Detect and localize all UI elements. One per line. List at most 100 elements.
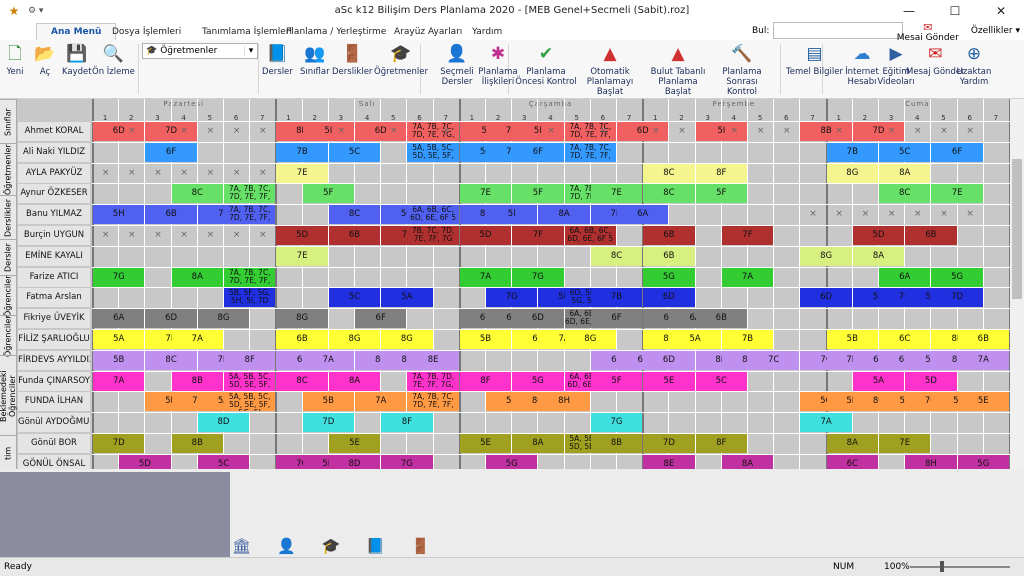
lesson-cell[interactable]: 6A bbox=[93, 309, 145, 329]
lesson-cell[interactable]: 6C bbox=[879, 330, 931, 349]
lesson-cell[interactable]: 6B bbox=[643, 246, 695, 266]
lesson-cell[interactable]: 7A, 7B, 7C, 7D, 7E, 7F, bbox=[224, 205, 276, 225]
lesson-cell[interactable]: 6C bbox=[826, 454, 878, 469]
book-button[interactable]: 📘 Dersler bbox=[262, 43, 293, 78]
lesson-cell[interactable]: 7A, 7B, 7C, 7D, 7E, 7F, bbox=[407, 392, 459, 412]
vertical-tab-6[interactable]: Beklemedeki Öğrenciler bbox=[0, 355, 17, 436]
lesson-cell[interactable]: 7D bbox=[302, 413, 354, 433]
cloud-plan-button[interactable]: ▲ Bulut Tabanlı Planlama Başlat bbox=[646, 43, 710, 98]
lesson-cell[interactable]: 5D bbox=[852, 226, 905, 245]
lesson-cell[interactable]: 8B bbox=[590, 434, 643, 453]
lesson-cell[interactable]: 8A bbox=[721, 454, 774, 469]
lesson-cell[interactable]: 6F bbox=[355, 309, 407, 329]
lesson-cell[interactable]: 5B bbox=[93, 350, 145, 370]
lesson-cell[interactable]: 5E bbox=[957, 392, 1009, 412]
lesson-cell[interactable]: 7E bbox=[931, 184, 983, 204]
lesson-cell[interactable]: 8C bbox=[643, 163, 695, 183]
lesson-cell[interactable]: 6B bbox=[276, 330, 328, 349]
lesson-cell[interactable]: 5G bbox=[643, 267, 695, 287]
lesson-cell[interactable]: 8H bbox=[905, 454, 957, 469]
lesson-cell[interactable]: 8A bbox=[879, 163, 931, 183]
lesson-cell[interactable]: 7E bbox=[459, 184, 512, 204]
lesson-cell[interactable]: 8F bbox=[695, 434, 747, 453]
lesson-cell[interactable]: 8A bbox=[852, 246, 905, 266]
lesson-cell[interactable]: 6F bbox=[512, 142, 564, 162]
teacher-name[interactable]: Ali Naki YILDIZ bbox=[18, 142, 90, 162]
zoom-slider-knob[interactable] bbox=[940, 561, 944, 572]
lesson-cell[interactable]: 7G bbox=[512, 267, 564, 287]
lesson-cell[interactable]: 5F bbox=[695, 184, 747, 204]
lesson-cell[interactable]: 8C bbox=[643, 184, 695, 204]
lesson-cell[interactable]: 6D bbox=[643, 350, 695, 370]
lesson-cell[interactable]: 7D bbox=[931, 288, 983, 308]
lesson-cell[interactable]: 5A, 5B, 5C, 5D, 5E, 5F, 5G, 5I bbox=[224, 392, 276, 412]
lesson-cell[interactable]: 7A bbox=[459, 267, 512, 287]
lesson-cell[interactable]: 8E bbox=[643, 454, 695, 469]
lesson-cell[interactable]: 8F bbox=[695, 163, 747, 183]
lesson-cell[interactable]: 6F bbox=[931, 142, 983, 162]
lesson-cell[interactable]: 7E bbox=[590, 184, 643, 204]
lesson-cell[interactable]: 7D bbox=[643, 434, 695, 453]
lesson-cell[interactable]: 8G bbox=[826, 163, 878, 183]
lesson-cell[interactable]: 7A, 7B, 7C, 7D, 7E, 7F, bbox=[224, 184, 276, 204]
lesson-cell[interactable]: 6D bbox=[800, 288, 852, 308]
vertical-tab-5[interactable]: Öğrenciler bbox=[0, 315, 16, 357]
tab-5[interactable]: Yardım bbox=[458, 24, 516, 40]
lesson-cell[interactable]: 5A bbox=[381, 288, 433, 308]
lesson-cell[interactable]: 6A bbox=[617, 205, 669, 225]
teacher-name[interactable]: Banu YILMAZ bbox=[18, 205, 90, 225]
lesson-cell[interactable]: 5G bbox=[486, 454, 538, 469]
teacher-name[interactable]: GÖNÜL ÖNSAL bbox=[18, 454, 90, 469]
lesson-cell[interactable]: 7A bbox=[355, 392, 407, 412]
lesson-cell[interactable]: 5C bbox=[879, 142, 931, 162]
lesson-cell[interactable]: 6B bbox=[957, 330, 1009, 349]
lesson-cell[interactable]: 8G bbox=[328, 330, 381, 349]
lesson-cell[interactable]: 5F bbox=[302, 184, 354, 204]
lesson-cell[interactable]: 8H bbox=[538, 392, 590, 412]
teacher-name[interactable]: Funda ÇINARSOY bbox=[18, 371, 90, 391]
save-button[interactable]: 💾 Kaydet bbox=[62, 43, 92, 78]
lesson-cell[interactable]: 7C bbox=[748, 350, 800, 370]
teacher-name[interactable]: Burçin UYGUN bbox=[18, 226, 90, 245]
graduation-icon[interactable]: 🎓 bbox=[322, 537, 341, 555]
lesson-cell[interactable]: 7A bbox=[721, 267, 774, 287]
book-icon[interactable]: 📘 bbox=[366, 537, 385, 555]
vertical-tab-1[interactable]: Öğretmenler bbox=[0, 143, 16, 196]
teacher-name[interactable]: AYLA PAKYÜZ bbox=[18, 163, 90, 183]
lesson-cell[interactable]: 7A bbox=[171, 330, 223, 349]
lesson-cell[interactable]: 7A, 7B, 7C, 7D, 7E, 7F, bbox=[224, 267, 276, 287]
lesson-cell[interactable]: 5G bbox=[512, 371, 564, 391]
lesson-cell[interactable]: 5G bbox=[931, 267, 983, 287]
lesson-cell[interactable]: 8G bbox=[800, 246, 852, 266]
lesson-cell[interactable]: 8C bbox=[879, 184, 931, 204]
lesson-cell[interactable]: 7G bbox=[93, 267, 145, 287]
vertical-tab-7[interactable]: tim bbox=[0, 435, 16, 469]
lesson-cell[interactable]: 5C bbox=[328, 288, 381, 308]
teacher-button[interactable]: 🎓 Öğretmenler bbox=[374, 43, 428, 78]
auto-plan-button[interactable]: ▲ Otomatik Planlamayı Başlat bbox=[578, 43, 642, 98]
lesson-cell[interactable]: 8G bbox=[381, 330, 433, 349]
person-icon[interactable]: 👤 bbox=[277, 537, 296, 555]
vertical-tab-3[interactable]: Dersler bbox=[0, 239, 16, 276]
lesson-cell[interactable]: 8B bbox=[171, 371, 223, 391]
lesson-cell[interactable]: 5E bbox=[459, 434, 512, 453]
lesson-cell[interactable]: 5A, 5B, 5C, 5D, 5E, 5F, bbox=[224, 371, 276, 391]
lesson-cell[interactable]: 5D bbox=[276, 226, 328, 245]
lesson-cell[interactable]: 5A, 5B, 5C, 5D, 5E, 5F, bbox=[407, 142, 459, 162]
teacher-name[interactable]: Fikriye ÜVEYİK bbox=[18, 309, 90, 329]
lesson-cell[interactable]: 6F bbox=[145, 142, 197, 162]
lesson-cell[interactable]: 8A bbox=[328, 371, 381, 391]
teacher-name[interactable]: Farize ATICI bbox=[18, 267, 90, 287]
lesson-cell[interactable]: 5D bbox=[459, 226, 512, 245]
lesson-cell[interactable]: 7B bbox=[590, 288, 643, 308]
students-button[interactable]: 👥 Sınıflar bbox=[300, 43, 330, 78]
lesson-cell[interactable]: 6A, 6B, 6C, 6D, 6E, 6F 5 bbox=[564, 226, 616, 245]
lesson-cell[interactable]: 5I bbox=[486, 205, 538, 225]
remote-help-button[interactable]: ⊕ Uzaktan Yardım bbox=[942, 43, 1006, 88]
lesson-cell[interactable]: 8C bbox=[145, 350, 197, 370]
lesson-cell[interactable]: 8A bbox=[826, 434, 878, 453]
close-button[interactable]: ✕ bbox=[978, 0, 1024, 22]
teacher-name[interactable]: FİRDEVS AYYILDIZ bbox=[18, 350, 90, 370]
lesson-cell[interactable]: 5B bbox=[302, 392, 354, 412]
lesson-cell[interactable]: 6B bbox=[328, 226, 381, 245]
